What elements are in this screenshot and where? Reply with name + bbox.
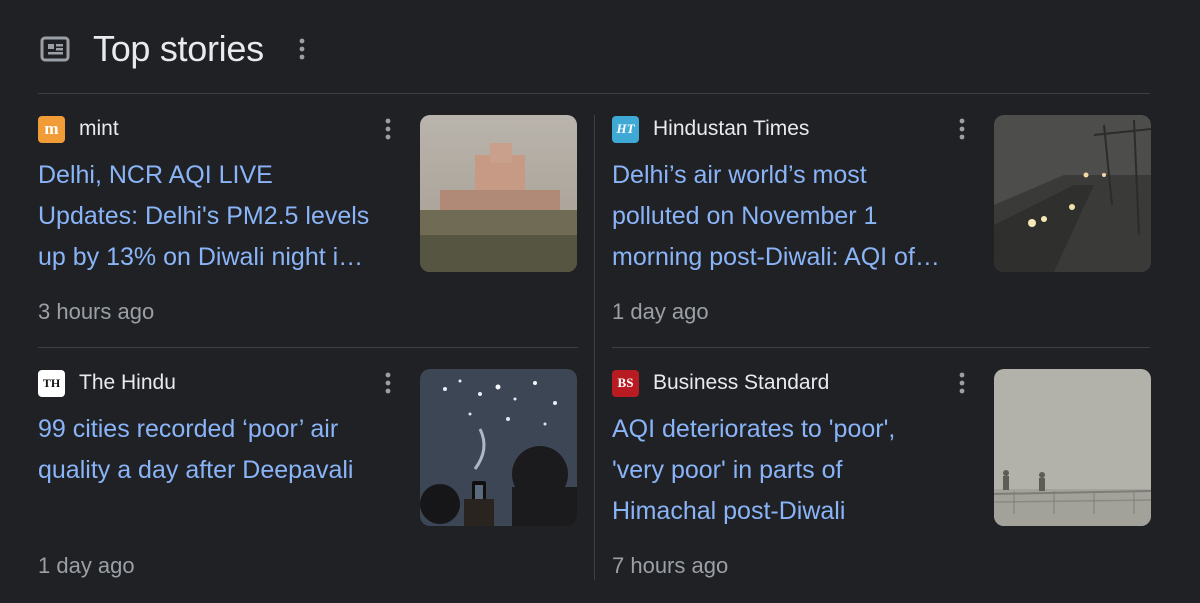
- headline-line: Himachal post-Diwali: [612, 497, 846, 525]
- row-divider-left: [38, 347, 578, 348]
- source-name: The Hindu: [79, 371, 176, 394]
- headline-line: Delhi, NCR AQI LIVE: [38, 161, 273, 189]
- mint-logo-icon: m: [38, 115, 65, 143]
- story-card[interactable]: TH The Hindu 99 cities recorded ‘poor’ a…: [38, 369, 578, 599]
- story-source: HT Hindustan Times: [612, 115, 809, 143]
- story-headline-link[interactable]: Delhi, NCR AQI LIVE Updates: Delhi's PM2…: [38, 155, 408, 278]
- story-card[interactable]: BS Business Standard AQI deteriorates to…: [612, 369, 1152, 599]
- headline-line: 'very poor' in parts of: [612, 456, 843, 484]
- story-thumbnail[interactable]: [994, 369, 1151, 526]
- section-title: Top stories: [93, 28, 264, 69]
- headline-line: up by 13% on Diwali night i…: [38, 243, 364, 271]
- more-options-icon[interactable]: [378, 115, 398, 143]
- story-card[interactable]: m mint Delhi, NCR AQI LIVE Updates: Delh…: [38, 115, 578, 345]
- column-divider: [594, 115, 595, 580]
- top-stories-header: Top stories: [38, 22, 312, 76]
- story-thumbnail[interactable]: [420, 115, 577, 272]
- source-name: mint: [79, 117, 119, 140]
- hindustan-times-logo-icon: HT: [612, 115, 639, 143]
- more-options-icon[interactable]: [378, 369, 398, 397]
- story-timestamp: 1 day ago: [612, 299, 709, 324]
- header-divider: [38, 93, 1150, 94]
- story-timestamp: 3 hours ago: [38, 299, 155, 324]
- headline-line: AQI deteriorates to 'poor',: [612, 415, 896, 443]
- more-options-icon[interactable]: [952, 115, 972, 143]
- headline-line: morning post-Diwali: AQI of…: [612, 243, 940, 271]
- headline-line: quality a day after Deepavali: [38, 456, 354, 484]
- story-source: BS Business Standard: [612, 369, 829, 397]
- headline-line: 99 cities recorded ‘poor’ air: [38, 415, 339, 443]
- story-source: m mint: [38, 115, 119, 143]
- headline-line: Delhi’s air world’s most: [612, 161, 867, 189]
- story-timestamp: 7 hours ago: [612, 553, 729, 578]
- story-thumbnail[interactable]: [994, 115, 1151, 272]
- story-card[interactable]: HT Hindustan Times Delhi’s air world’s m…: [612, 115, 1152, 345]
- headline-line: Updates: Delhi's PM2.5 levels: [38, 202, 370, 230]
- headline-line: polluted on November 1: [612, 202, 878, 230]
- story-timestamp: 1 day ago: [38, 553, 135, 578]
- story-headline-link[interactable]: Delhi’s air world’s most polluted on Nov…: [612, 155, 982, 278]
- source-name: Business Standard: [653, 371, 830, 394]
- more-options-icon[interactable]: [952, 369, 972, 397]
- row-divider-right: [612, 347, 1150, 348]
- story-headline-link[interactable]: 99 cities recorded ‘poor’ air quality a …: [38, 409, 408, 491]
- newspaper-icon: [38, 32, 72, 66]
- story-headline-link[interactable]: AQI deteriorates to 'poor', 'very poor' …: [612, 409, 982, 532]
- business-standard-logo-icon: BS: [612, 369, 639, 397]
- story-thumbnail[interactable]: [420, 369, 577, 526]
- source-name: Hindustan Times: [653, 117, 810, 140]
- section-more-options-icon[interactable]: [292, 29, 312, 69]
- the-hindu-logo-icon: TH: [38, 369, 65, 397]
- story-source: TH The Hindu: [38, 369, 176, 397]
